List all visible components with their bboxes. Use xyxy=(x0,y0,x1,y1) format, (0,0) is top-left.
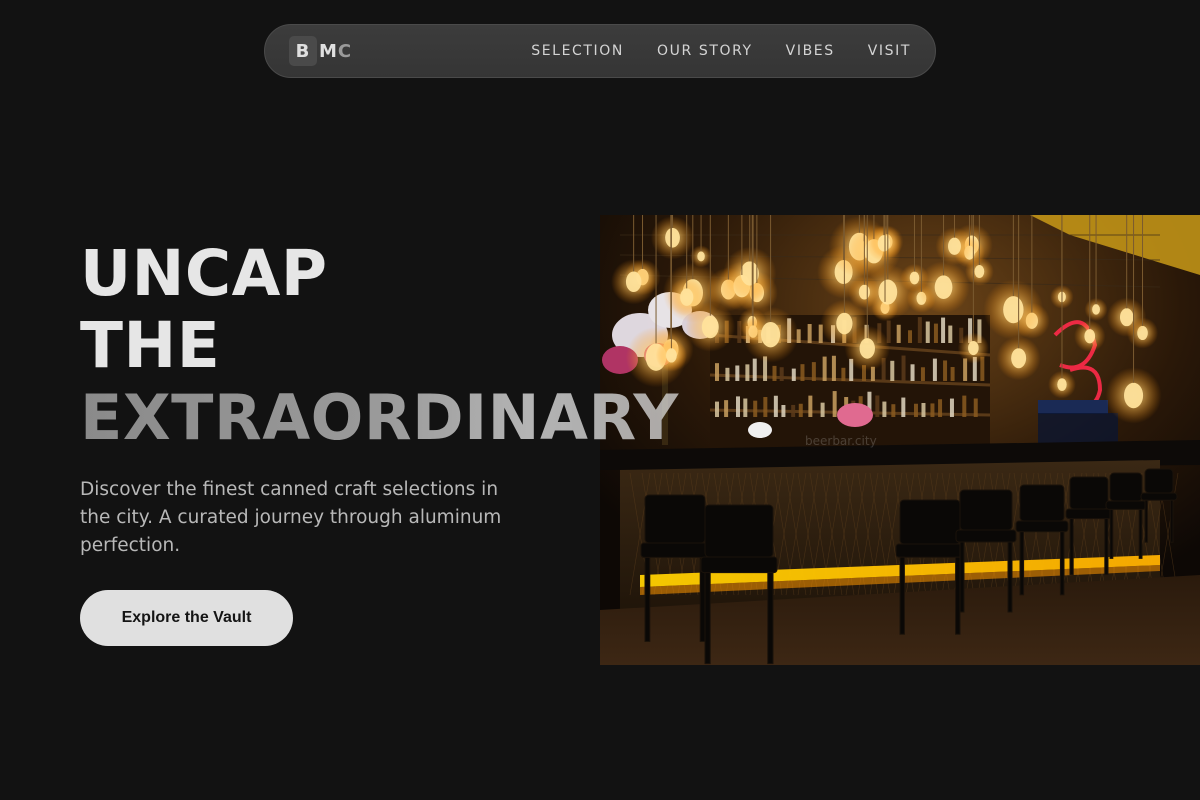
bottle xyxy=(735,396,740,417)
bottle xyxy=(820,402,825,417)
hero-subtitle: Discover the finest canned craft selecti… xyxy=(80,479,502,556)
bottle xyxy=(901,397,906,417)
bulb xyxy=(701,315,719,339)
bottle xyxy=(715,401,719,417)
bottle xyxy=(735,365,740,381)
bottle xyxy=(973,398,978,417)
bottle xyxy=(941,317,946,343)
bottle xyxy=(791,404,796,417)
bottle xyxy=(841,367,846,381)
bottle xyxy=(890,360,895,381)
bottle xyxy=(798,403,803,417)
bulb xyxy=(1123,382,1144,409)
bottle xyxy=(831,355,836,381)
bottle xyxy=(725,367,730,381)
logo[interactable]: B MC xyxy=(289,36,352,66)
bottle xyxy=(901,355,906,381)
headline-line-2: THE xyxy=(80,309,221,382)
bottle xyxy=(948,325,953,343)
headline-line-3: EXTRAORDINARY xyxy=(80,381,679,454)
bottle xyxy=(743,398,748,417)
bottle xyxy=(950,367,955,381)
bottle xyxy=(811,362,816,381)
bottle xyxy=(920,367,925,381)
bottle xyxy=(745,364,750,381)
bottle xyxy=(933,323,938,343)
bottle xyxy=(779,367,784,381)
bulb xyxy=(974,264,985,279)
logo-letter-m: M xyxy=(319,40,338,62)
hero-headline: UNCAP THE EXTRAORDINARY xyxy=(80,238,679,454)
bulb xyxy=(1003,296,1024,324)
bottle xyxy=(932,358,937,381)
bottle xyxy=(822,356,827,381)
nav-links: SELECTION OUR STORY VIBES VISIT xyxy=(531,43,911,59)
bottle xyxy=(930,403,935,417)
bulb xyxy=(878,279,898,305)
bottle xyxy=(908,330,913,343)
bulb xyxy=(680,288,694,306)
bottle xyxy=(925,321,930,343)
bulb xyxy=(968,340,979,356)
bottle xyxy=(752,358,757,381)
bulb xyxy=(1084,329,1096,344)
bottle xyxy=(772,365,777,381)
nav-link-visit[interactable]: VISIT xyxy=(868,43,911,59)
bottle xyxy=(781,404,786,417)
bottle xyxy=(949,398,954,417)
nav-link-vibes[interactable]: VIBES xyxy=(786,43,835,59)
bottle xyxy=(807,324,812,343)
logo-letter-c: C xyxy=(337,40,353,62)
bottle xyxy=(921,402,926,417)
bottle xyxy=(882,401,887,417)
bulb xyxy=(859,338,875,359)
bottle xyxy=(943,360,948,381)
headline-line-1: UNCAP xyxy=(80,237,328,310)
nav-link-selection[interactable]: SELECTION xyxy=(531,43,624,59)
bottle xyxy=(800,364,805,381)
bottle xyxy=(763,397,768,417)
bottle xyxy=(791,368,796,381)
bulb xyxy=(697,251,705,262)
bottle xyxy=(910,364,915,381)
bottle xyxy=(724,400,729,417)
bulb xyxy=(1092,304,1100,315)
bottle xyxy=(715,363,719,381)
bottle xyxy=(962,395,967,417)
bottle xyxy=(891,404,896,417)
bulb xyxy=(1119,308,1134,327)
bulb xyxy=(1057,378,1067,391)
bar-interior-photo: beerbar.city xyxy=(600,215,1200,665)
bulb xyxy=(836,312,853,335)
bottle xyxy=(875,395,880,417)
bottle xyxy=(753,400,758,417)
bulb xyxy=(948,237,961,255)
bottle xyxy=(773,395,778,417)
bottle xyxy=(808,395,813,417)
watermark-text: beerbar.city xyxy=(805,434,877,448)
bottle xyxy=(938,399,943,417)
bulb xyxy=(740,261,759,286)
explore-vault-button[interactable]: Explore the Vault xyxy=(80,590,293,646)
bottle xyxy=(832,391,837,417)
logo-mark: B xyxy=(289,36,317,66)
nav-link-our-story[interactable]: OUR STORY xyxy=(657,43,753,59)
bottle xyxy=(917,317,922,343)
bulb xyxy=(761,321,781,348)
bottle xyxy=(913,403,918,417)
bulb xyxy=(934,275,953,300)
top-nav: B MC SELECTION OUR STORY VIBES VISIT xyxy=(264,24,936,78)
bulb xyxy=(1011,348,1027,369)
bottle xyxy=(896,324,901,343)
bulb xyxy=(858,284,870,300)
